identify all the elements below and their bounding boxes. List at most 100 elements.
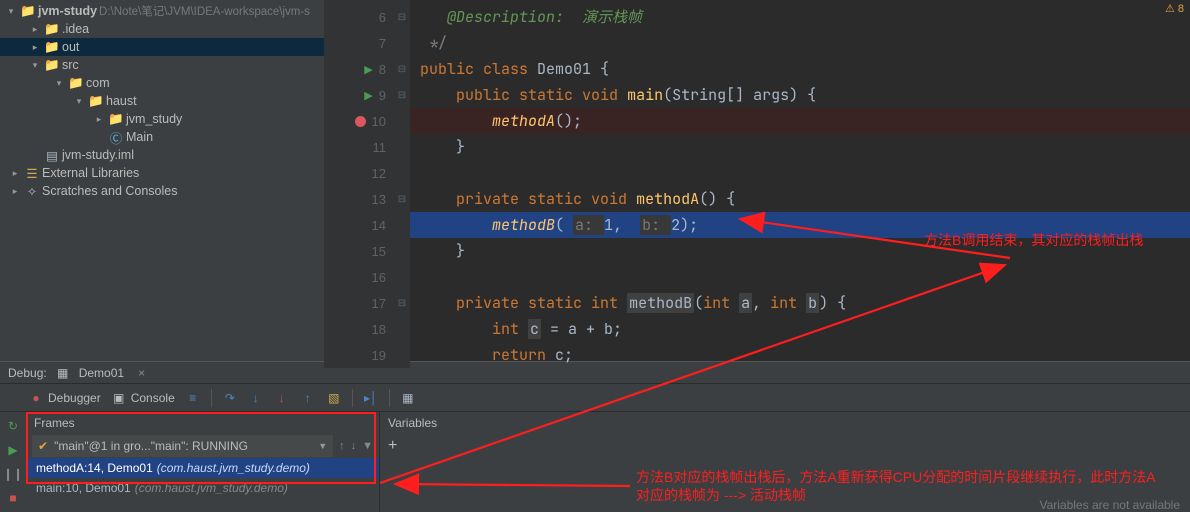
debug-session-name: Demo01 [79, 366, 124, 380]
gutter[interactable]: 6 7 ▶8 ▶9 10 11 12 13 14 15 16 17 18 19 [324, 0, 394, 368]
stack-frame[interactable]: methodA:14, Demo01 (com.haust.jvm_study.… [26, 458, 379, 478]
line-number: 19 [372, 348, 386, 363]
code-line: } [410, 238, 1190, 264]
frames-panel[interactable]: Frames ✔ "main"@1 in gro..."main": RUNNI… [26, 412, 380, 512]
step-out-icon[interactable]: ↑ [300, 390, 316, 406]
package-icon: 📁 [68, 76, 84, 91]
drop-frame-icon[interactable]: ▧ [326, 390, 342, 406]
tree-label: haust [106, 94, 137, 108]
resume-icon[interactable]: ▶ [5, 442, 21, 458]
tree-chevron-icon[interactable]: ▸ [8, 168, 22, 179]
stop-icon[interactable]: ■ [5, 490, 21, 506]
line-number: 15 [372, 244, 386, 259]
breakpoint-icon[interactable] [355, 116, 366, 127]
tab-debugger[interactable]: ● Debugger [28, 390, 101, 406]
tree-label: jvm-study.iml [62, 148, 134, 162]
line-number: 16 [372, 270, 386, 285]
tree-node-src[interactable]: ▾ 📁 src [0, 56, 324, 74]
folder-icon: 📁 [44, 22, 60, 37]
line-number: 11 [373, 140, 387, 155]
application-icon: ▦ [55, 365, 71, 381]
line-number: 12 [372, 166, 386, 181]
code-line: return c; [410, 342, 1190, 368]
line-number: 10 [372, 114, 386, 129]
run-gutter-icon[interactable]: ▶ [364, 63, 372, 76]
tree-chevron-icon[interactable]: ▸ [28, 24, 42, 35]
tree-node-com[interactable]: ▾ 📁 com [0, 74, 324, 92]
line-number: 7 [379, 36, 386, 51]
code-line: public static void main(String[] args) { [410, 82, 1190, 108]
file-icon: ▤ [44, 148, 60, 163]
code-editor[interactable]: ⚠ 8 6 7 ▶8 ▶9 10 11 12 13 14 15 16 17 18… [324, 0, 1190, 361]
tree-path: D:\Note\笔记\JVM\IDEA-workspace\jvm-s [99, 3, 310, 19]
tree-label: jvm-study [38, 4, 97, 18]
tree-chevron-icon[interactable]: ▾ [4, 6, 18, 17]
tree-label: out [62, 40, 79, 54]
tree-chevron-icon[interactable]: ▾ [52, 78, 66, 89]
code-line: public class Demo01 { [410, 56, 1190, 82]
close-tab-icon[interactable]: × [138, 366, 145, 380]
tree-node-idea[interactable]: ▸ 📁 .idea [0, 20, 324, 38]
separator [352, 389, 353, 407]
code-line: int c = a + b; [410, 316, 1190, 342]
tree-node-scratches[interactable]: ▸ ✧ Scratches and Consoles [0, 182, 324, 200]
code-line: @Description: 演示栈帧 [410, 4, 1190, 30]
stack-frame[interactable]: main:10, Demo01 (com.haust.jvm_study.dem… [26, 478, 379, 498]
add-watch-icon[interactable]: + [388, 437, 397, 455]
next-frame-icon[interactable]: ↓ [351, 440, 357, 452]
package-icon: 📁 [108, 112, 124, 127]
tree-chevron-icon[interactable]: ▾ [28, 60, 42, 71]
step-over-icon[interactable]: ↷ [222, 390, 238, 406]
tree-node-external-libraries[interactable]: ▸ ☰ External Libraries [0, 164, 324, 182]
tree-node-jvm_study[interactable]: ▸ 📁 jvm_study [0, 110, 324, 128]
tree-label: .idea [62, 22, 89, 36]
separator [211, 389, 212, 407]
tree-node-root[interactable]: ▾ 📁 jvm-study D:\Note\笔记\JVM\IDEA-worksp… [0, 2, 324, 20]
fold-column[interactable]: ⊟⊟⊟ ⊟ ⊟ [394, 0, 410, 368]
tree-chevron-icon[interactable]: ▸ [28, 42, 42, 53]
code-line [410, 160, 1190, 186]
tree-node-main[interactable]: Ⓒ Main [0, 128, 324, 146]
tree-node-haust[interactable]: ▾ 📁 haust [0, 92, 324, 110]
line-number: 9 [379, 88, 386, 103]
variables-panel[interactable]: Variables + Variables are not available [380, 412, 1190, 512]
filter-icon[interactable]: ▼ [362, 440, 373, 452]
debug-left-toolbar: ↻ ▶ ❙❙ ■ [0, 412, 26, 512]
pause-icon[interactable]: ❙❙ [5, 466, 21, 482]
frames-header: Frames [26, 412, 379, 434]
prev-frame-icon[interactable]: ↑ [339, 440, 345, 452]
thread-selector[interactable]: ✔ "main"@1 in gro..."main": RUNNING ▼ [32, 435, 333, 457]
tree-chevron-icon[interactable]: ▸ [92, 114, 106, 125]
run-gutter-icon[interactable]: ▶ [364, 89, 372, 102]
run-to-cursor-icon[interactable]: ▸│ [363, 390, 379, 406]
variables-empty-label: Variables are not available [1039, 498, 1180, 512]
tree-node-iml[interactable]: ▤ jvm-study.iml [0, 146, 324, 164]
force-step-into-icon[interactable]: ↓ [274, 390, 290, 406]
thread-label: "main"@1 in gro..."main": RUNNING [54, 439, 248, 453]
tree-chevron-icon[interactable]: ▸ [8, 186, 22, 197]
separator [389, 389, 390, 407]
stack-frame-label: main:10, Demo01 [36, 481, 131, 495]
stack-frame-package: (com.haust.jvm_study.demo) [135, 481, 288, 495]
tree-chevron-icon[interactable]: ▾ [72, 96, 86, 107]
tree-node-out[interactable]: ▸ 📁 out [0, 38, 324, 56]
line-number: 18 [372, 322, 386, 337]
debug-tool-window[interactable]: Debug: ▦ Demo01 × ● Debugger ▣ Console ≡… [0, 362, 1190, 512]
step-into-icon[interactable]: ↓ [248, 390, 264, 406]
project-tool-window[interactable]: ▾ 📁 jvm-study D:\Note\笔记\JVM\IDEA-worksp… [0, 0, 324, 361]
code-lines[interactable]: @Description: 演示栈帧 */ public class Demo0… [410, 0, 1190, 368]
debug-title-label: Debug: [8, 366, 47, 380]
debug-toolbar: ● Debugger ▣ Console ≡ ↷ ↓ ↓ ↑ ▧ ▸│ ▦ [0, 384, 1190, 412]
code-line [410, 264, 1190, 290]
variables-header: Variables [380, 412, 1190, 434]
evaluate-icon[interactable]: ▦ [400, 390, 416, 406]
stack-frame-package: (com.haust.jvm_study.demo) [157, 461, 310, 475]
threads-icon[interactable]: ≡ [185, 390, 201, 406]
stack-frame-label: methodA:14, Demo01 [36, 461, 153, 475]
rerun-icon[interactable]: ↻ [5, 418, 21, 434]
library-icon: ☰ [24, 166, 40, 181]
inspection-warning-badge[interactable]: ⚠ 8 [1165, 2, 1184, 15]
tree-label: Scratches and Consoles [42, 184, 178, 198]
tab-console[interactable]: ▣ Console [111, 390, 175, 406]
code-line: private static int methodB(int a, int b)… [410, 290, 1190, 316]
